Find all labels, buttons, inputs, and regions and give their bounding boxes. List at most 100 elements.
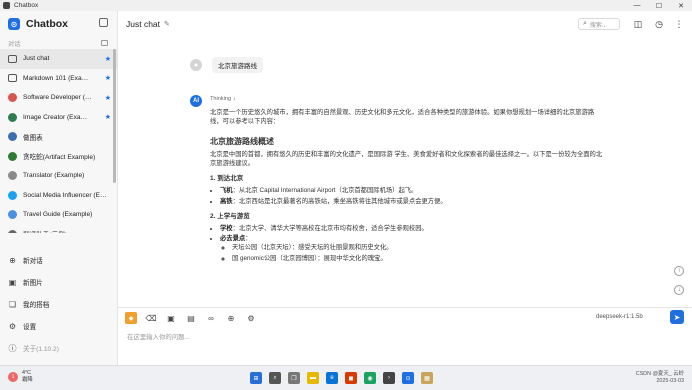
message-input[interactable]: 在这里输入你的问题... <box>127 332 190 341</box>
more-options-icon[interactable]: ⋮ <box>674 19 684 29</box>
chatbox-logo-icon: ⊙ <box>8 18 20 30</box>
taskbar-search-icon[interactable]: ⌕ <box>269 372 281 384</box>
file-explorer-icon[interactable]: ▬ <box>307 372 319 384</box>
chat-avatar-icon <box>8 171 17 181</box>
user-message-text: 北京旅游路线 <box>212 57 263 73</box>
assistant-message-content: Thinking ↓ 北京是一个历史悠久的城市，拥有丰富的自然景观、历史文化和多… <box>210 95 605 264</box>
image-icon: ▣ <box>8 277 17 287</box>
intro-paragraph: 北京是一个历史悠久的城市，拥有丰富的自然景观、历史文化和多元文化，适合各种类型的… <box>210 109 595 126</box>
sidebar-bottom-menu: ⊕ 新对话 ▣ 新图片 ❏ 我的搭档 ⚙ 设置 ⓘ 关于(1.10.2) <box>0 249 118 359</box>
window-title: Chatbox <box>14 2 39 9</box>
office-icon[interactable]: ◼ <box>345 372 357 384</box>
about-label: 关于(1.10.2) <box>23 346 59 353</box>
sidebar-chat-label: Translator (Example) <box>23 172 85 180</box>
scroll-up-button[interactable]: ↑ <box>674 266 684 276</box>
user-message: ● 北京旅游路线 <box>190 57 263 73</box>
partners-icon: ❏ <box>8 299 17 309</box>
star-icon[interactable]: ★ <box>105 113 111 121</box>
section-2-list: 学校：北京大学、清华大学等高校在北京市均有校舍，适合学生参观校园。 必去景点： … <box>210 224 605 263</box>
app-name: Chatbox <box>26 18 68 30</box>
sidebar-chat-item[interactable]: Markdown 101 (Exa… ★ <box>0 69 117 89</box>
sidebar-chat-item[interactable]: 翻译助手(示例) <box>0 225 117 233</box>
new-chat-button[interactable]: ⊕ 新对话 <box>0 249 118 271</box>
weather-badge-icon: 1 <box>8 371 18 382</box>
star-icon[interactable]: ★ <box>105 55 111 63</box>
edit-pencil-icon[interactable]: ✎ <box>164 20 170 28</box>
sidebar-chat-item[interactable]: Travel Guide (Example) <box>0 205 117 225</box>
gear-icon: ⚙ <box>8 321 17 331</box>
chat-bubble-icon <box>8 74 17 83</box>
os-taskbar: 1 4°C 霜降 ⊞ ⌕ ❐ ▬ e ◼ ◉ › ⊙ ▦ CSDN @夏天_ 云… <box>0 365 692 390</box>
history-icon[interactable]: ◷ <box>654 19 664 29</box>
eraser-icon[interactable]: ⌫ <box>145 312 157 324</box>
layout-panel-icon[interactable]: ◫ <box>633 19 643 29</box>
partner-avatar-icon[interactable]: ◆ <box>125 312 137 324</box>
chatbox-taskbar-icon[interactable]: ⊙ <box>402 372 414 384</box>
overview-paragraph: 北京是中国的首都，拥有悠久的历史和丰富的文化遗产，是国际游 学生、美食爱好者和文… <box>210 150 603 168</box>
new-image-button[interactable]: ▣ 新图片 <box>0 271 118 293</box>
edge-browser-icon[interactable]: e <box>326 372 338 384</box>
list-item: 飞机：从北京 Capital International Airport（北京首… <box>220 186 605 195</box>
tray-time: CSDN @夏天_ 云岭 <box>635 371 684 377</box>
chat-avatar-icon <box>8 93 17 103</box>
message-list: ● 北京旅游路线 AI Thinking ↓ 北京是一个历史悠久的城市，拥有丰富… <box>118 37 692 307</box>
model-selector[interactable]: deepseek-r1:1.5b <box>596 314 643 320</box>
app-icon <box>3 2 10 9</box>
list-item: 必去景点： 天坛公园（北京天坛）：感受天坛的壮丽景观和历史文化。 国 genom… <box>220 234 605 263</box>
sidebar-chat-item[interactable]: Just chat ★ <box>0 49 117 69</box>
chat-section-header: 对话 <box>0 37 117 49</box>
weather-widget[interactable]: 1 4°C 霜降 <box>8 370 33 383</box>
terminal-icon[interactable]: › <box>383 372 395 384</box>
sidebar-chat-item[interactable]: 做图表 <box>0 127 117 147</box>
close-button[interactable]: ✕ <box>670 0 692 11</box>
plus-circle-icon: ⊕ <box>9 255 16 265</box>
info-icon: ⓘ <box>8 343 17 353</box>
task-view-icon[interactable]: ❐ <box>288 372 300 384</box>
thinking-toggle[interactable]: Thinking ↓ <box>210 95 605 104</box>
sidebar-chat-item[interactable]: Translator (Example) <box>0 166 117 186</box>
settings-button[interactable]: ⚙ 设置 <box>0 315 118 337</box>
windows-start-icon[interactable]: ⊞ <box>250 372 262 384</box>
sidebar-scrollbar[interactable] <box>113 49 116 183</box>
chat-list-icon[interactable] <box>101 40 108 46</box>
web-search-icon[interactable]: ⊕ <box>225 312 237 324</box>
new-chat-label: 新对话 <box>23 258 43 265</box>
about-button[interactable]: ⓘ 关于(1.10.2) <box>0 337 118 359</box>
system-tray: CSDN @夏天_ 云岭 2025-03-03 <box>636 371 684 384</box>
search-placeholder: 搜索... <box>589 22 607 29</box>
taskbar-apps: ⊞ ⌕ ❐ ▬ e ◼ ◉ › ⊙ ▦ <box>250 372 440 384</box>
scroll-down-button[interactable]: ↓ <box>674 285 684 295</box>
sidebar-toggle-icon[interactable] <box>99 18 108 27</box>
maximize-button[interactable]: ☐ <box>648 0 670 11</box>
sidebar-chat-label: 做图表 <box>23 134 43 142</box>
chrome-icon[interactable]: ◉ <box>364 372 376 384</box>
window-titlebar: Chatbox — ☐ ✕ <box>0 0 692 11</box>
image-attach-icon[interactable]: ▣ <box>165 312 177 324</box>
sidebar-chat-item[interactable]: 贪吃蛇(Artifact Example) <box>0 147 117 167</box>
star-icon[interactable]: ★ <box>105 94 111 102</box>
weather-text: 霜降 <box>22 376 33 383</box>
sidebar: ⊙ Chatbox 对话 Just chat ★ Markdown 101 (Exa… <box>0 11 118 365</box>
file-attach-icon[interactable]: ▤ <box>185 312 197 324</box>
minimize-button[interactable]: — <box>626 0 648 11</box>
my-partners-button[interactable]: ❏ 我的搭档 <box>0 293 118 315</box>
section-1-list: 飞机：从北京 Capital International Airport（北京首… <box>210 186 605 205</box>
chat-avatar-icon <box>8 112 17 122</box>
sidebar-chat-item[interactable]: Social Media Influencer (E… <box>0 186 117 206</box>
tools-settings-icon[interactable]: ⚙ <box>245 312 257 324</box>
section-1-title: 1. 到达北京 <box>210 175 244 183</box>
sidebar-chat-label: Image Creator (Exa… <box>23 113 88 121</box>
search-box[interactable]: ⌕ 搜索... <box>578 18 620 30</box>
list-item: 天坛公园（北京天坛）：感受天坛的壮丽景观和历史文化。 <box>232 243 605 252</box>
sidebar-chat-item[interactable]: Image Creator (Exa… ★ <box>0 108 117 128</box>
star-icon[interactable]: ★ <box>105 74 111 82</box>
app-taskbar-icon[interactable]: ▦ <box>421 372 433 384</box>
main-panel: Just chat ✎ ⌕ 搜索... ◫ ◷ ⋮ ● 北京旅游路线 AI Th… <box>118 11 692 365</box>
link-icon[interactable]: ∞ <box>205 312 217 324</box>
sidebar-chat-label: Travel Guide (Example) <box>23 211 93 219</box>
sidebar-chat-label: 翻译助手(示例) <box>23 229 111 233</box>
my-partners-label: 我的搭档 <box>23 302 50 309</box>
sidebar-chat-item[interactable]: Software Developer (… ★ <box>0 88 117 108</box>
send-button[interactable]: ➤ <box>670 310 684 324</box>
sidebar-chat-label: 贪吃蛇(Artifact Example) <box>23 154 96 162</box>
